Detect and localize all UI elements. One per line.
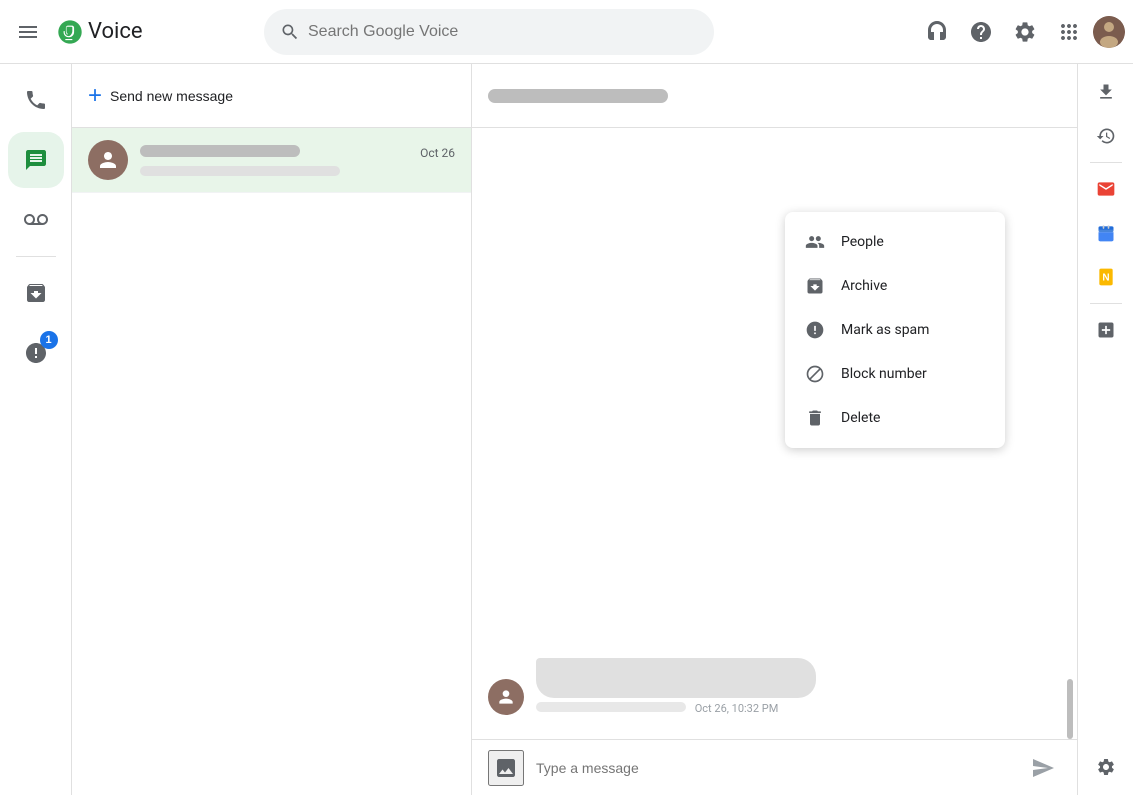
- extension-add-button[interactable]: [1086, 310, 1126, 350]
- search-bar: [264, 9, 714, 55]
- archive-icon: [805, 276, 825, 296]
- conversation-preview-blurred: [140, 166, 340, 176]
- message-avatar: [488, 679, 524, 715]
- spam-icon: [805, 320, 825, 340]
- sidebar-item-archive[interactable]: [8, 265, 64, 321]
- headset-button[interactable]: [917, 12, 957, 52]
- conversation-info: Oct 26: [140, 145, 455, 176]
- chat-contact-blurred: [488, 89, 668, 103]
- message-bubble-blurred: [536, 658, 816, 698]
- svg-text:N: N: [1102, 272, 1109, 283]
- chat-input-area: [472, 739, 1077, 795]
- message-time-text: Oct 26, 10:32 PM: [695, 702, 779, 715]
- apps-button[interactable]: [1049, 12, 1089, 52]
- menu-item-delete[interactable]: Delete: [785, 396, 1005, 440]
- extension-keep-button[interactable]: N: [1086, 257, 1126, 297]
- sidebar-item-spam[interactable]: 1: [8, 325, 64, 381]
- plus-icon: +: [88, 82, 102, 110]
- avatar[interactable]: [1093, 16, 1125, 48]
- menu-item-people[interactable]: People: [785, 220, 1005, 264]
- main-content: 1 + Send new message Oct 26: [0, 64, 1133, 795]
- people-icon: [805, 232, 825, 252]
- send-button[interactable]: [1025, 750, 1061, 786]
- sidebar-divider: [16, 256, 56, 257]
- search-icon: [280, 22, 300, 42]
- conversations-header: + Send new message: [72, 64, 471, 128]
- extension-bar: 26 N: [1077, 64, 1133, 795]
- contact-name-blurred: [140, 145, 300, 157]
- extension-gmail-button[interactable]: [1086, 169, 1126, 209]
- message-input[interactable]: [536, 760, 1013, 776]
- delete-icon: [805, 408, 825, 428]
- conversations-panel: + Send new message Oct 26: [72, 64, 472, 795]
- menu-delete-label: Delete: [841, 410, 880, 426]
- menu-item-spam[interactable]: Mark as spam: [785, 308, 1005, 352]
- settings-button[interactable]: [1005, 12, 1045, 52]
- sidebar-item-voicemail[interactable]: [8, 192, 64, 248]
- header-left: Voice: [8, 12, 248, 52]
- menu-spam-label: Mark as spam: [841, 322, 929, 338]
- search-input[interactable]: [308, 23, 698, 41]
- menu-block-label: Block number: [841, 366, 927, 382]
- chat-panel: Oct 26, 10:32 PM: [472, 64, 1077, 795]
- new-message-label: Send new message: [110, 88, 233, 104]
- message-time: Oct 26, 10:32 PM: [536, 702, 816, 715]
- context-menu: People Archive Mark as spam: [785, 212, 1005, 448]
- message-content: Oct 26, 10:32 PM: [536, 658, 816, 715]
- voice-logo[interactable]: Voice: [56, 18, 143, 46]
- spam-badge: 1: [40, 331, 58, 349]
- menu-item-archive[interactable]: Archive: [785, 264, 1005, 308]
- menu-item-block[interactable]: Block number: [785, 352, 1005, 396]
- menu-archive-label: Archive: [841, 278, 887, 294]
- extension-settings-button[interactable]: [1086, 747, 1126, 787]
- extension-calendar-button[interactable]: 26: [1086, 213, 1126, 253]
- contact-avatar: [88, 140, 128, 180]
- message-group: Oct 26, 10:32 PM: [488, 658, 1061, 715]
- sidebar-nav: 1: [0, 64, 72, 795]
- header-actions: [917, 12, 1125, 52]
- app-title: Voice: [88, 19, 143, 44]
- block-icon: [805, 364, 825, 384]
- conversation-name-row: Oct 26: [140, 145, 455, 160]
- image-attach-button[interactable]: [488, 750, 524, 786]
- sidebar-item-calls[interactable]: [8, 72, 64, 128]
- ext-divider-2: [1090, 303, 1122, 304]
- extension-history-button[interactable]: [1086, 116, 1126, 156]
- svg-text:26: 26: [1102, 235, 1109, 241]
- extension-download-button[interactable]: [1086, 72, 1126, 112]
- conversation-date: Oct 26: [420, 146, 455, 160]
- menu-people-label: People: [841, 234, 884, 250]
- message-time-blurred: [536, 702, 686, 712]
- voice-logo-icon: [56, 18, 84, 46]
- hamburger-menu-button[interactable]: [8, 12, 48, 52]
- help-button[interactable]: [961, 12, 1001, 52]
- app-header: Voice: [0, 0, 1133, 64]
- ext-divider-1: [1090, 162, 1122, 163]
- sidebar-item-messages[interactable]: [8, 132, 64, 188]
- chat-header: [472, 64, 1077, 128]
- conversation-item[interactable]: Oct 26: [72, 128, 471, 193]
- conversation-list: Oct 26: [72, 128, 471, 795]
- new-message-button[interactable]: + Send new message: [88, 82, 233, 110]
